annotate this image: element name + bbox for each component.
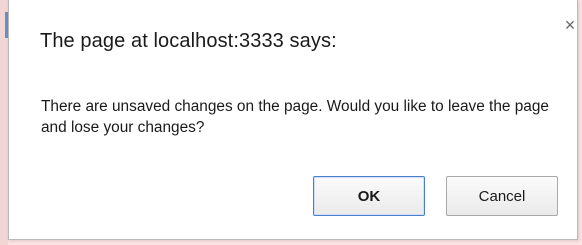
underlying-page-edge <box>0 0 8 245</box>
cancel-button[interactable]: Cancel <box>446 176 558 216</box>
ok-button[interactable]: OK <box>313 176 425 216</box>
dialog-message: There are unsaved changes on the page. W… <box>41 98 549 136</box>
alert-dialog: The page at localhost:3333 says: × There… <box>8 0 578 240</box>
close-icon[interactable]: × <box>561 16 579 34</box>
dialog-title: The page at localhost:3333 says: <box>40 30 337 52</box>
